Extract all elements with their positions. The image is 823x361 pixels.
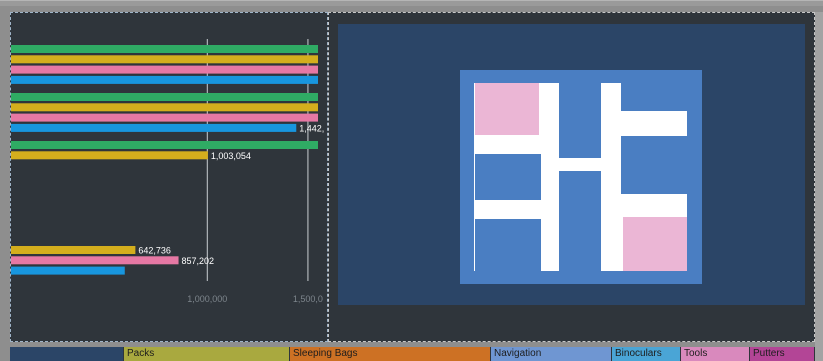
bar[interactable] — [11, 266, 125, 275]
bar-value-label: 1,442, — [299, 123, 324, 133]
legend-item[interactable]: Tools — [681, 347, 750, 361]
bar[interactable] — [11, 45, 318, 53]
bar-value-label: 642,736 — [138, 246, 171, 256]
window-scroll-edge[interactable] — [815, 12, 823, 361]
legend-item[interactable]: Binoculars — [612, 347, 681, 361]
treemap-tile[interactable] — [475, 219, 541, 271]
treemap-tile[interactable] — [475, 83, 539, 135]
x-tick-label: 1,000,000 — [187, 294, 227, 304]
bar[interactable] — [11, 93, 318, 101]
bar[interactable] — [11, 256, 179, 265]
bar-value-label: 1,003,054 — [211, 151, 251, 161]
treemap-tile[interactable] — [621, 83, 687, 111]
treemap-panel[interactable] — [328, 12, 815, 342]
treemap-tile[interactable] — [475, 154, 541, 200]
bar[interactable] — [11, 113, 318, 122]
bar[interactable] — [11, 123, 297, 132]
bar[interactable] — [11, 55, 318, 64]
bar[interactable] — [11, 246, 136, 254]
top-border — [0, 0, 823, 1]
legend-item[interactable] — [10, 347, 124, 361]
legend: Packs Sleeping Bags Navigation Binoculars To… — [10, 347, 815, 361]
bar[interactable] — [11, 141, 318, 149]
bar[interactable] — [11, 75, 318, 84]
legend-item[interactable]: Putters — [750, 347, 815, 361]
treemap-tile[interactable] — [559, 83, 601, 158]
bar[interactable] — [11, 151, 208, 160]
treemap-tile[interactable] — [559, 171, 601, 271]
treemap — [460, 70, 702, 284]
treemap-background — [338, 24, 805, 305]
x-tick-label: 1,500,0 — [293, 294, 323, 304]
legend-item[interactable]: Navigation — [491, 347, 612, 361]
bar-chart-panel[interactable]: 1,000,000 1,500,0 1,442, 1,003,054 642,736 85… — [10, 12, 328, 342]
treemap-tile[interactable] — [621, 136, 687, 194]
treemap-svg — [474, 83, 687, 271]
bar[interactable] — [11, 65, 318, 74]
bar[interactable] — [11, 103, 318, 112]
bar-value-label: 857,202 — [182, 256, 215, 266]
legend-item[interactable]: Sleeping Bags — [290, 347, 491, 361]
treemap-tile[interactable] — [623, 217, 687, 271]
bar-chart: 1,000,000 1,500,0 1,442, 1,003,054 642,736 85… — [11, 39, 324, 304]
legend-item[interactable]: Packs — [124, 347, 290, 361]
